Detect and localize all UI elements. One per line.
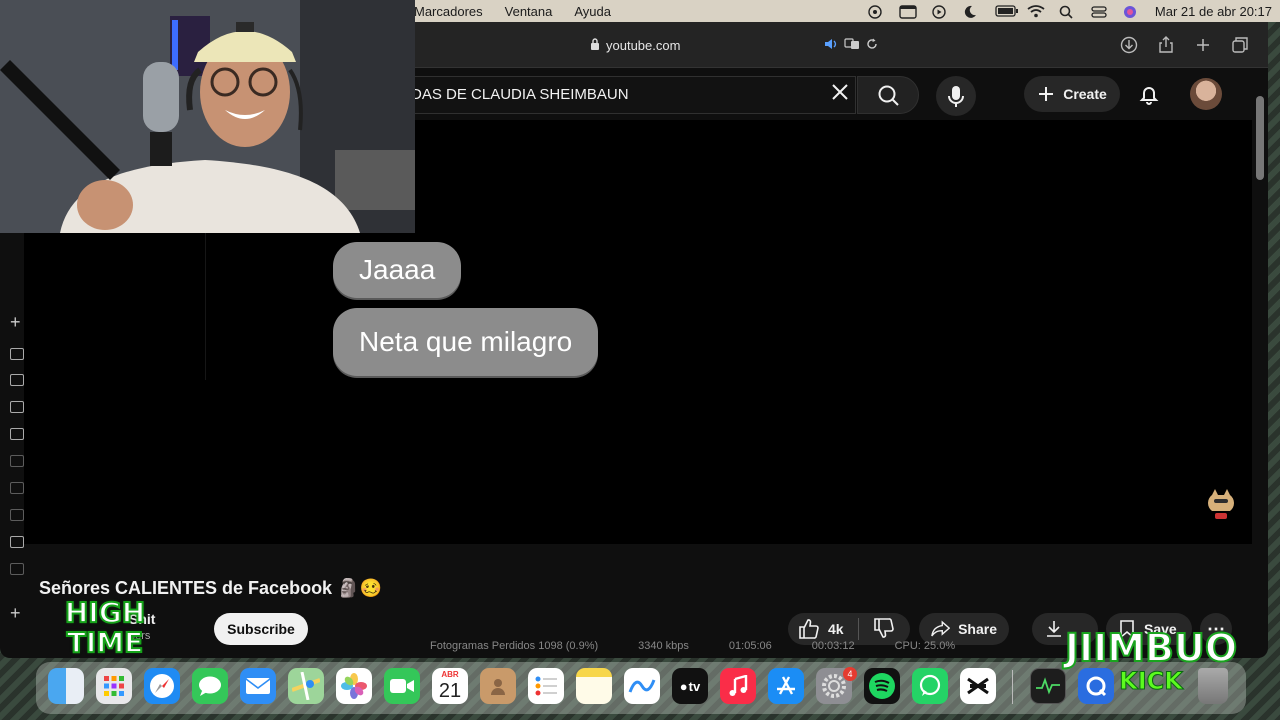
freeform-icon[interactable]	[624, 668, 660, 704]
reload-icon[interactable]	[866, 38, 878, 53]
create-button[interactable]: Create	[1024, 76, 1120, 112]
plus-icon	[1039, 87, 1054, 101]
like-button[interactable]: 4k	[798, 618, 844, 640]
jiimbuo-kick-logo: JIIMBUO KICK	[1040, 626, 1262, 700]
dock-divider	[1012, 670, 1013, 704]
add-icon[interactable]: +	[10, 313, 21, 331]
thumbs-up-icon	[799, 619, 819, 639]
app-store-icon[interactable]	[768, 668, 804, 704]
record-time: 00:03:12	[811, 640, 855, 652]
thumbs-down-icon	[873, 617, 894, 638]
notifications-bell-icon[interactable]	[1136, 82, 1162, 108]
apple-tv-label: tv	[688, 678, 701, 694]
search-input[interactable]: DAS DE CLAUDIA SHEIMBAUN	[380, 76, 856, 114]
chat-bubble-1: Jaaaa	[333, 242, 462, 298]
camera-icon[interactable]	[10, 374, 24, 386]
control-center-icon[interactable]	[1091, 5, 1107, 18]
stream-time: 01:05:06	[728, 640, 772, 652]
brand-bottom: KICK	[1119, 667, 1184, 695]
notes-icon[interactable]	[576, 668, 612, 704]
desktop: Marcadores Ventana Ayuda Mar 21 de abr 2…	[0, 0, 1280, 720]
safari-icon[interactable]	[144, 668, 180, 704]
share-arrow-icon	[931, 620, 951, 637]
camera-icon-2[interactable]	[10, 482, 24, 494]
like-count: 4k	[828, 621, 844, 637]
battery-icon[interactable]	[995, 5, 1018, 17]
window-icon-small[interactable]	[10, 455, 24, 467]
apple-logo-icon: ●	[679, 678, 688, 694]
add-icon-2[interactable]: +	[10, 604, 21, 622]
like-divider	[857, 618, 859, 640]
image-icon-2[interactable]	[10, 428, 24, 440]
calendar-icon[interactable]: ABR 21	[432, 668, 468, 704]
tabs-icon[interactable]	[10, 348, 24, 360]
voice-search-button[interactable]	[936, 76, 976, 116]
microphone-icon	[948, 86, 964, 107]
chat-bubble-2: Neta que milagro	[333, 308, 599, 376]
calendar-day: 21	[438, 680, 462, 702]
high-time-line-1: HIGH	[64, 596, 146, 629]
translate-icon[interactable]	[844, 37, 860, 53]
whatsapp-icon[interactable]	[912, 668, 948, 704]
url-text: youtube.com	[606, 37, 681, 53]
activity-icon[interactable]	[867, 5, 883, 19]
calendar-month: ABR	[441, 670, 459, 679]
webcam-overlay	[0, 0, 415, 233]
new-tab-icon[interactable]	[1194, 36, 1212, 54]
audio-icon[interactable]	[824, 38, 838, 53]
subscribe-button[interactable]: Subscribe	[214, 613, 308, 645]
share-label: Share	[958, 621, 997, 637]
image-icon[interactable]	[10, 401, 24, 413]
photos-icon[interactable]	[336, 668, 372, 704]
page-scrollbar[interactable]	[1256, 96, 1264, 180]
brand-top: JIIMBUO	[1064, 626, 1238, 670]
streamer-webcam-image	[0, 0, 415, 233]
menu-ayuda[interactable]: Ayuda	[574, 4, 611, 19]
facetime-icon[interactable]	[384, 668, 420, 704]
reminders-icon[interactable]	[528, 668, 564, 704]
finder-icon[interactable]	[48, 668, 84, 704]
mail-icon[interactable]	[240, 668, 276, 704]
image-icon-3[interactable]	[10, 563, 24, 575]
cpu-usage: CPU: 25.0%	[894, 640, 956, 652]
wifi-icon[interactable]	[1027, 5, 1045, 18]
high-time-line-2: TIME	[66, 626, 145, 659]
maps-icon[interactable]	[288, 668, 324, 704]
settings-badge: 4	[843, 667, 857, 681]
search-button[interactable]	[857, 76, 919, 114]
menubar-datetime[interactable]: Mar 21 de abr 20:17	[1155, 4, 1272, 19]
menu-marcadores[interactable]: Marcadores	[414, 4, 483, 19]
play-icon[interactable]	[931, 5, 947, 19]
launchpad-icon[interactable]	[96, 668, 132, 704]
capcut-icon[interactable]	[960, 668, 996, 704]
cat-sticker-icon	[1206, 487, 1236, 521]
create-label: Create	[1063, 86, 1107, 102]
share-icon[interactable]	[1157, 36, 1175, 54]
moon-icon[interactable]	[963, 5, 979, 18]
menu-ventana[interactable]: Ventana	[505, 4, 553, 19]
dropped-frames: Fotogramas Perdidos 1098 (0.9%)	[430, 640, 599, 652]
address-bar[interactable]: youtube.com	[590, 34, 900, 56]
spotlight-search-icon[interactable]	[1059, 5, 1075, 19]
siri-icon[interactable]	[1123, 5, 1139, 18]
downloads-icon[interactable]	[1120, 36, 1138, 54]
bitrate: 3340 kbps	[638, 640, 689, 652]
account-avatar[interactable]	[1190, 78, 1222, 110]
apple-tv-icon[interactable]: ● tv	[672, 668, 708, 704]
window-icon[interactable]	[899, 5, 917, 19]
spotify-icon[interactable]	[864, 668, 900, 704]
clear-search-icon[interactable]	[826, 81, 854, 109]
lock-icon	[590, 37, 600, 53]
screen-icon[interactable]	[10, 536, 24, 548]
high-time-logo: HIGH TIME	[44, 596, 166, 662]
window-icon-small-2[interactable]	[10, 509, 24, 521]
contacts-icon[interactable]	[480, 668, 516, 704]
messages-icon[interactable]	[192, 668, 228, 704]
tab-overview-icon[interactable]	[1231, 36, 1249, 54]
music-icon[interactable]	[720, 668, 756, 704]
